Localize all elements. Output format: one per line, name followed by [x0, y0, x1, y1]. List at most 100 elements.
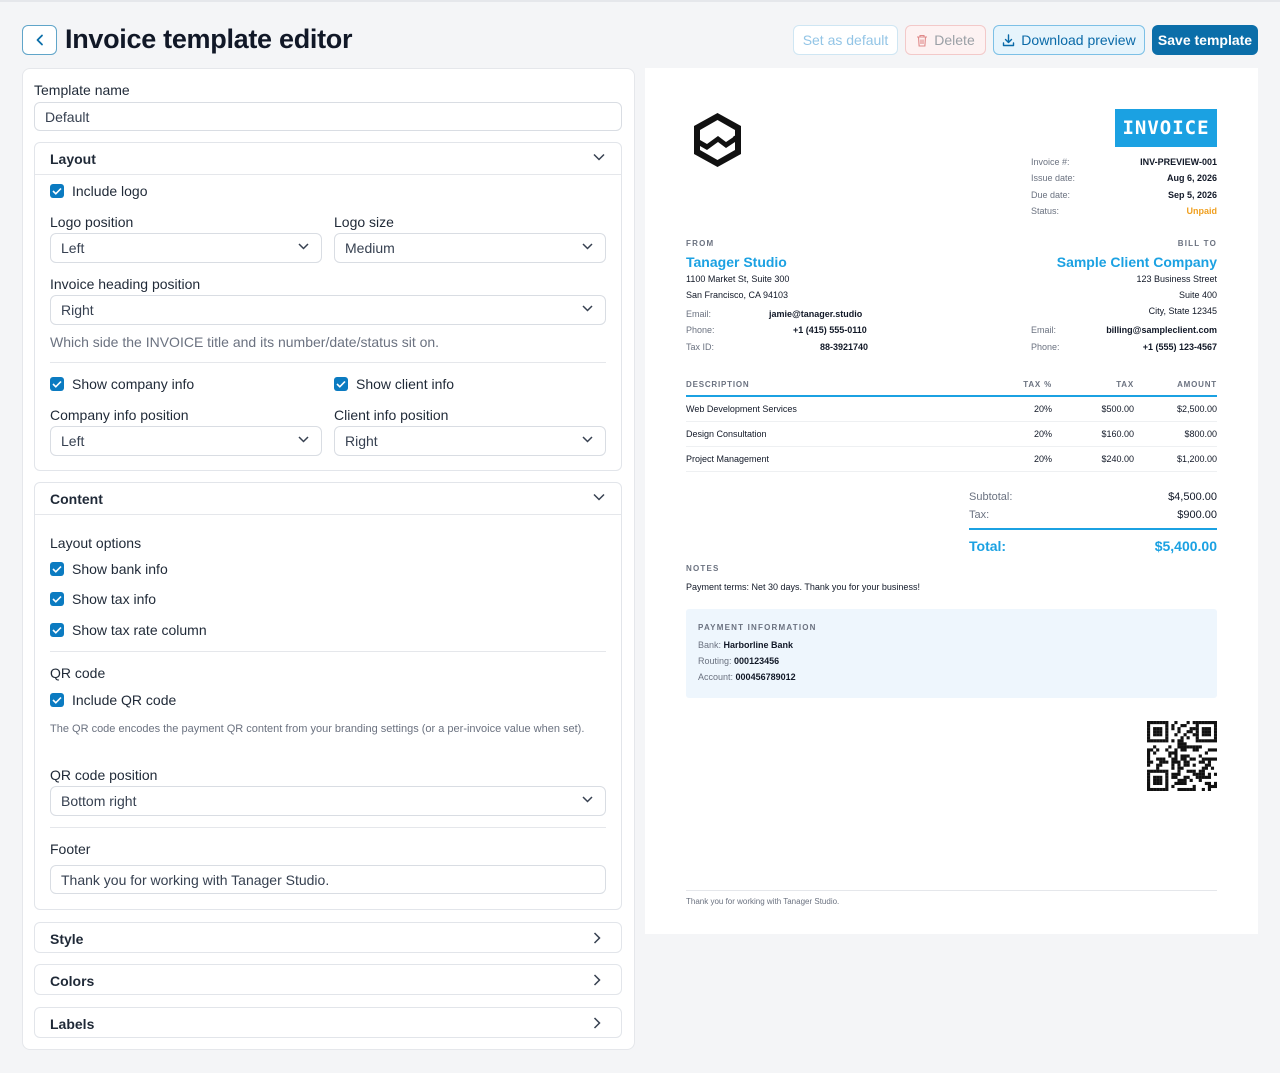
- include-qr-checkbox[interactable]: Include QR code: [50, 692, 176, 708]
- chevron-down-icon: [582, 243, 593, 250]
- status-badge: Unpaid: [1186, 206, 1218, 216]
- tax-total-value: $900.00: [1177, 509, 1217, 521]
- show-client-info-checkbox[interactable]: Show client info: [334, 376, 454, 392]
- logo-size-label: Logo size: [334, 214, 394, 230]
- divider: [50, 827, 606, 828]
- style-section[interactable]: Style: [34, 922, 622, 953]
- content-section-header[interactable]: Content: [35, 483, 621, 514]
- labels-section-title: Labels: [50, 1015, 95, 1032]
- footer-input[interactable]: Thank you for working with Tanager Studi…: [50, 865, 606, 894]
- chevron-down-icon: [582, 436, 593, 443]
- from-phone: +1 (415) 555-0110: [793, 325, 867, 335]
- chevron-left-icon: [36, 34, 43, 46]
- invoice-number: INV-PREVIEW-001: [1140, 157, 1217, 167]
- show-bank-info-checkbox[interactable]: Show bank info: [50, 561, 168, 577]
- delete-label: Delete: [934, 32, 975, 48]
- client-position-label: Client info position: [334, 407, 449, 423]
- from-address-line: San Francisco, CA 94103: [686, 290, 789, 300]
- show-tax-rate-column-checkbox[interactable]: Show tax rate column: [50, 622, 207, 638]
- include-logo-checkbox[interactable]: Include logo: [50, 183, 148, 199]
- delete-button[interactable]: Delete: [905, 25, 986, 55]
- checkbox-checked-icon: [50, 562, 64, 576]
- subtotal-value: $4,500.00: [1168, 491, 1217, 503]
- chevron-right-icon: [593, 932, 601, 944]
- column-header-tax: TAX: [1116, 380, 1134, 389]
- item-tax: $160.00: [1101, 429, 1134, 439]
- item-amount: $2,500.00: [1176, 404, 1217, 414]
- include-logo-label: Include logo: [72, 183, 148, 199]
- qr-position-label: QR code position: [50, 767, 158, 783]
- item-amount: $1,200.00: [1176, 454, 1217, 464]
- client-address-line: Suite 400: [1178, 290, 1217, 300]
- company-position-select[interactable]: Left: [50, 426, 322, 456]
- show-tax-rate-column-label: Show tax rate column: [72, 622, 207, 638]
- client-address-line: 123 Business Street: [1136, 274, 1217, 284]
- section-divider: [35, 174, 621, 175]
- chevron-down-icon: [298, 436, 309, 443]
- layout-section-header[interactable]: Layout: [35, 143, 621, 174]
- chevron-down-icon: [298, 243, 309, 250]
- account-label: Account:: [698, 672, 734, 682]
- footer-label: Footer: [50, 841, 91, 857]
- column-header-tax-rate: TAX %: [1023, 380, 1052, 389]
- bank-line: Bank: Harborline Bank: [698, 640, 793, 650]
- bank-value: Harborline Bank: [723, 640, 794, 650]
- labels-section[interactable]: Labels: [34, 1007, 622, 1038]
- heading-position-value: Right: [61, 302, 94, 318]
- save-template-button[interactable]: Save template: [1152, 25, 1258, 55]
- download-preview-button[interactable]: Download preview: [993, 25, 1145, 55]
- colors-section[interactable]: Colors: [34, 964, 622, 995]
- meta-label: Due date:: [1031, 190, 1071, 200]
- total-label: Total:: [969, 538, 1007, 554]
- company-position-label: Company info position: [50, 407, 189, 423]
- from-address-line: 1100 Market St, Suite 300: [686, 274, 790, 284]
- notes-text: Payment terms: Net 30 days. Thank you fo…: [686, 582, 920, 592]
- qr-position-select[interactable]: Bottom right: [50, 786, 606, 816]
- logo-position-select[interactable]: Left: [50, 233, 322, 263]
- chevron-down-icon: [582, 305, 593, 312]
- from-email-label: Email:: [686, 309, 712, 319]
- routing-line: Routing: 000123456: [698, 656, 779, 666]
- show-tax-info-checkbox[interactable]: Show tax info: [50, 591, 156, 607]
- total-value: $5,400.00: [1154, 538, 1217, 554]
- divider: [50, 651, 606, 652]
- back-button[interactable]: [22, 25, 57, 55]
- tax-total-label: Tax:: [969, 509, 990, 521]
- from-caption: FROM: [686, 239, 715, 248]
- chevron-right-icon: [593, 1017, 601, 1029]
- colors-section-header[interactable]: Colors: [35, 965, 621, 996]
- subtotal-label: Subtotal:: [969, 491, 1013, 503]
- style-section-header[interactable]: Style: [35, 923, 621, 954]
- item-description: Design Consultation: [686, 429, 767, 439]
- item-tax-rate: 20%: [1033, 404, 1052, 414]
- download-label: Download preview: [1021, 32, 1136, 48]
- client-position-select[interactable]: Right: [334, 426, 606, 456]
- invoice-preview: INVOICE Invoice #: INV-PREVIEW-001 Issue…: [645, 68, 1258, 934]
- heading-position-hint: Which side the INVOICE title and its num…: [50, 334, 440, 350]
- routing-label: Routing:: [698, 656, 732, 666]
- qr-position-value: Bottom right: [61, 793, 137, 809]
- heading-position-label: Invoice heading position: [50, 276, 201, 292]
- template-name-label: Template name: [34, 82, 130, 98]
- logo-size-select[interactable]: Medium: [334, 233, 606, 263]
- qr-code-icon: [1147, 721, 1217, 791]
- footer-value: Thank you for working with Tanager Studi…: [61, 871, 330, 888]
- heading-position-select[interactable]: Right: [50, 295, 606, 325]
- checkbox-checked-icon: [334, 377, 348, 391]
- labels-section-header[interactable]: Labels: [35, 1008, 621, 1039]
- show-company-info-checkbox[interactable]: Show company info: [50, 376, 194, 392]
- template-name-input[interactable]: Default: [34, 102, 622, 131]
- layout-options-label: Layout options: [50, 535, 142, 551]
- bank-label: Bank:: [698, 640, 722, 650]
- account-line: Account: 000456789012: [698, 672, 796, 682]
- set-default-label: Set as default: [802, 32, 889, 48]
- total-rule: [969, 528, 1217, 530]
- item-amount: $800.00: [1184, 429, 1217, 439]
- item-tax: $240.00: [1101, 454, 1134, 464]
- checkbox-checked-icon: [50, 623, 64, 637]
- issue-date: Aug 6, 2026: [1166, 173, 1217, 183]
- colors-section-title: Colors: [50, 972, 95, 989]
- meta-label: Status:: [1031, 206, 1060, 216]
- set-default-button[interactable]: Set as default: [793, 25, 898, 55]
- routing-value: 000123456: [734, 656, 780, 666]
